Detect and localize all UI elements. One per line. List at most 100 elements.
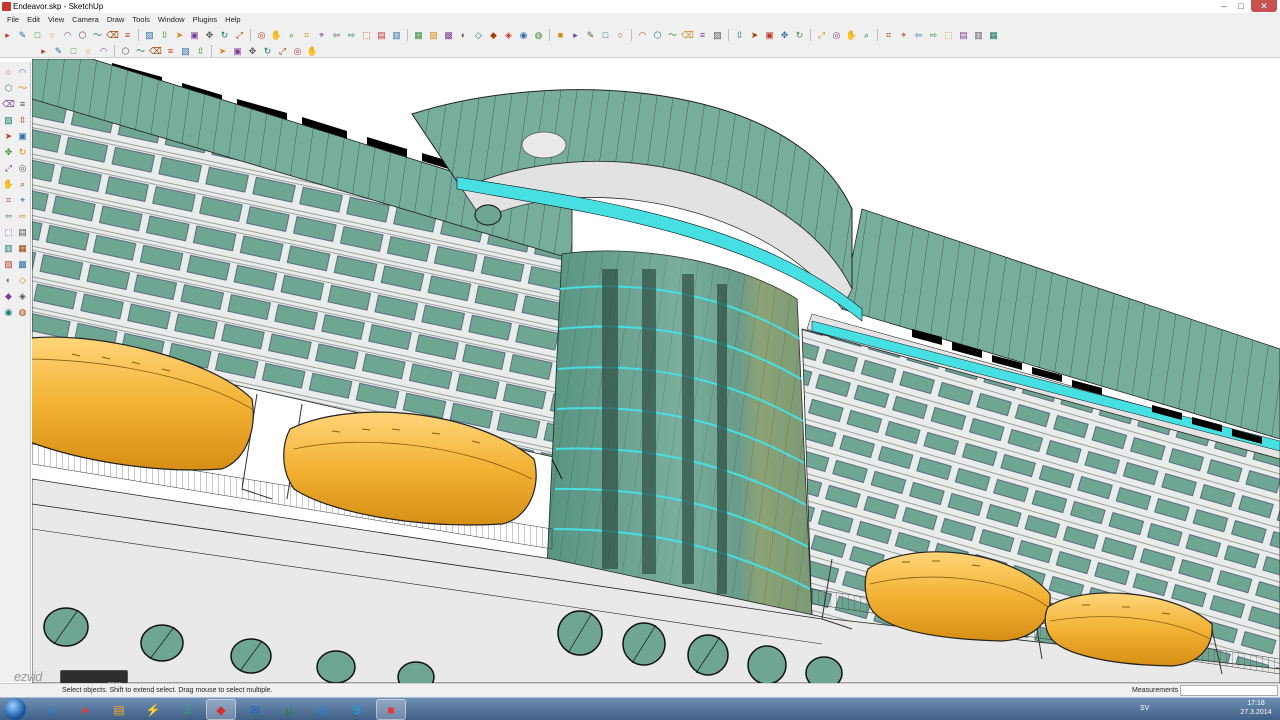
cut-icon[interactable]: ✥: [246, 45, 259, 58]
monochrome-icon[interactable]: ◍: [532, 29, 545, 42]
walk-icon[interactable]: ◉: [2, 306, 15, 319]
circle-icon[interactable]: ▧: [2, 114, 15, 127]
eraser-icon[interactable]: ⌫: [106, 29, 119, 42]
google-earth-icon[interactable]: ◎: [308, 699, 338, 720]
skype-icon[interactable]: S: [342, 699, 372, 720]
left-view-icon[interactable]: ▩: [442, 29, 455, 42]
menu-draw[interactable]: Draw: [103, 13, 129, 26]
orbit-icon[interactable]: ▥: [2, 242, 15, 255]
axes-icon[interactable]: 〜: [666, 29, 679, 42]
component-icon[interactable]: ◎: [830, 29, 843, 42]
previous-icon[interactable]: ◐: [2, 274, 15, 287]
rotate-icon[interactable]: ↻: [218, 29, 231, 42]
utorrent-icon[interactable]: μ: [274, 699, 304, 720]
outer-shell-icon[interactable]: ⇳: [194, 45, 207, 58]
push-pull-icon[interactable]: ↻: [16, 146, 29, 159]
walk-icon[interactable]: ≡: [696, 29, 709, 42]
print-icon[interactable]: ✋: [306, 45, 319, 58]
tray-language[interactable]: SV: [1140, 701, 1235, 717]
layer-icon[interactable]: □: [599, 29, 612, 42]
textured-icon[interactable]: ◉: [517, 29, 530, 42]
menu-help[interactable]: Help: [221, 13, 244, 26]
redo-icon[interactable]: ▣: [231, 45, 244, 58]
xray-icon[interactable]: ◐: [457, 29, 470, 42]
match-photo-icon[interactable]: ✥: [778, 29, 791, 42]
hidden-line-icon[interactable]: ◆: [487, 29, 500, 42]
polygon-icon[interactable]: ➤: [2, 130, 15, 143]
lamp-icon[interactable]: ⇦: [912, 29, 925, 42]
close-button[interactable]: ✕: [1251, 0, 1277, 12]
eraser-icon[interactable]: 〜: [16, 82, 29, 95]
axes-icon[interactable]: ⬚: [2, 226, 15, 239]
undo-icon[interactable]: ➤: [216, 45, 229, 58]
copy-icon[interactable]: ↻: [261, 45, 274, 58]
move-icon[interactable]: ✥: [2, 146, 15, 159]
render-icon[interactable]: ⌖: [897, 29, 910, 42]
maximize-button[interactable]: □: [1233, 0, 1249, 12]
freehand-icon[interactable]: 〜: [91, 29, 104, 42]
sketchup-icon[interactable]: ◆: [206, 699, 236, 720]
solid-split-icon[interactable]: ▧: [179, 45, 192, 58]
position-camera-icon[interactable]: ⇳: [733, 29, 746, 42]
rectangle-icon[interactable]: □: [31, 29, 44, 42]
previous-view-icon[interactable]: ⇦: [330, 29, 343, 42]
solid-union-icon[interactable]: ⬡: [119, 45, 132, 58]
thunderbird-icon[interactable]: ✉: [240, 699, 270, 720]
look-around-icon[interactable]: ◈: [16, 290, 29, 303]
offset-icon[interactable]: ▣: [188, 29, 201, 42]
offset-icon[interactable]: ⌕: [16, 178, 29, 191]
start-button[interactable]: [4, 698, 26, 720]
photo-texture-icon[interactable]: ⌗: [882, 29, 895, 42]
warehouse-icon[interactable]: ↻: [793, 29, 806, 42]
make-component-icon[interactable]: ◠: [16, 66, 29, 79]
cylinder-icon[interactable]: ⬚: [942, 29, 955, 42]
select-icon[interactable]: ▸: [1, 29, 14, 42]
section-display-icon[interactable]: ✎: [584, 29, 597, 42]
menu-view[interactable]: View: [44, 13, 68, 26]
menu-tools[interactable]: Tools: [128, 13, 154, 26]
delete-icon[interactable]: ◎: [291, 45, 304, 58]
section-plane-icon[interactable]: ▸: [569, 29, 582, 42]
push-pull-icon[interactable]: ⇳: [158, 29, 171, 42]
rotate-icon[interactable]: ⤢: [2, 162, 15, 175]
zoom-icon[interactable]: ⌕: [285, 29, 298, 42]
menu-window[interactable]: Window: [154, 13, 189, 26]
plugin-icon[interactable]: ▦: [987, 29, 1000, 42]
menu-camera[interactable]: Camera: [68, 13, 103, 26]
zoom-extents-icon[interactable]: ◇: [16, 274, 29, 287]
scale-icon[interactable]: ✋: [2, 178, 15, 191]
polygon-icon[interactable]: ⬡: [76, 29, 89, 42]
model-viewport[interactable]: [32, 59, 1280, 683]
3d-text-icon[interactable]: ⌫: [681, 29, 694, 42]
menu-file[interactable]: File: [3, 13, 23, 26]
torus-icon[interactable]: ▥: [972, 29, 985, 42]
zoom-window-icon[interactable]: ⌗: [300, 29, 313, 42]
add-detail-icon[interactable]: ○: [82, 45, 95, 58]
next-view-icon[interactable]: ⇨: [345, 29, 358, 42]
sphere-icon[interactable]: ⇨: [927, 29, 940, 42]
explorer-icon[interactable]: ▤: [104, 699, 134, 720]
fog-icon[interactable]: ▣: [763, 29, 776, 42]
google-earth-icon[interactable]: ✋: [845, 29, 858, 42]
circle-icon[interactable]: ○: [46, 29, 59, 42]
flip-edge-icon[interactable]: ◠: [97, 45, 110, 58]
chrome-icon[interactable]: ●: [70, 699, 100, 720]
freehand-icon[interactable]: ▣: [16, 130, 29, 143]
rectangle-icon[interactable]: ⌫: [2, 98, 15, 111]
back-view-icon[interactable]: ▨: [427, 29, 440, 42]
sandbox-icon[interactable]: ○: [614, 29, 627, 42]
scale-icon[interactable]: ⤢: [233, 29, 246, 42]
menu-edit[interactable]: Edit: [23, 13, 44, 26]
clock[interactable]: 17:18 27.3.2014: [1236, 699, 1276, 717]
solid-subtract-icon[interactable]: 〜: [134, 45, 147, 58]
look-around-icon[interactable]: ▧: [711, 29, 724, 42]
smoove-icon[interactable]: □: [67, 45, 80, 58]
spotify-icon[interactable]: ♫: [172, 699, 202, 720]
orbit-icon[interactable]: ◎: [255, 29, 268, 42]
text-icon[interactable]: ⇨: [16, 210, 29, 223]
minimize-button[interactable]: –: [1216, 0, 1232, 12]
3d-text-icon[interactable]: ▤: [16, 226, 29, 239]
pan-icon[interactable]: ✋: [270, 29, 283, 42]
cone-icon[interactable]: ▤: [957, 29, 970, 42]
zoom-icon[interactable]: ▨: [2, 258, 15, 271]
